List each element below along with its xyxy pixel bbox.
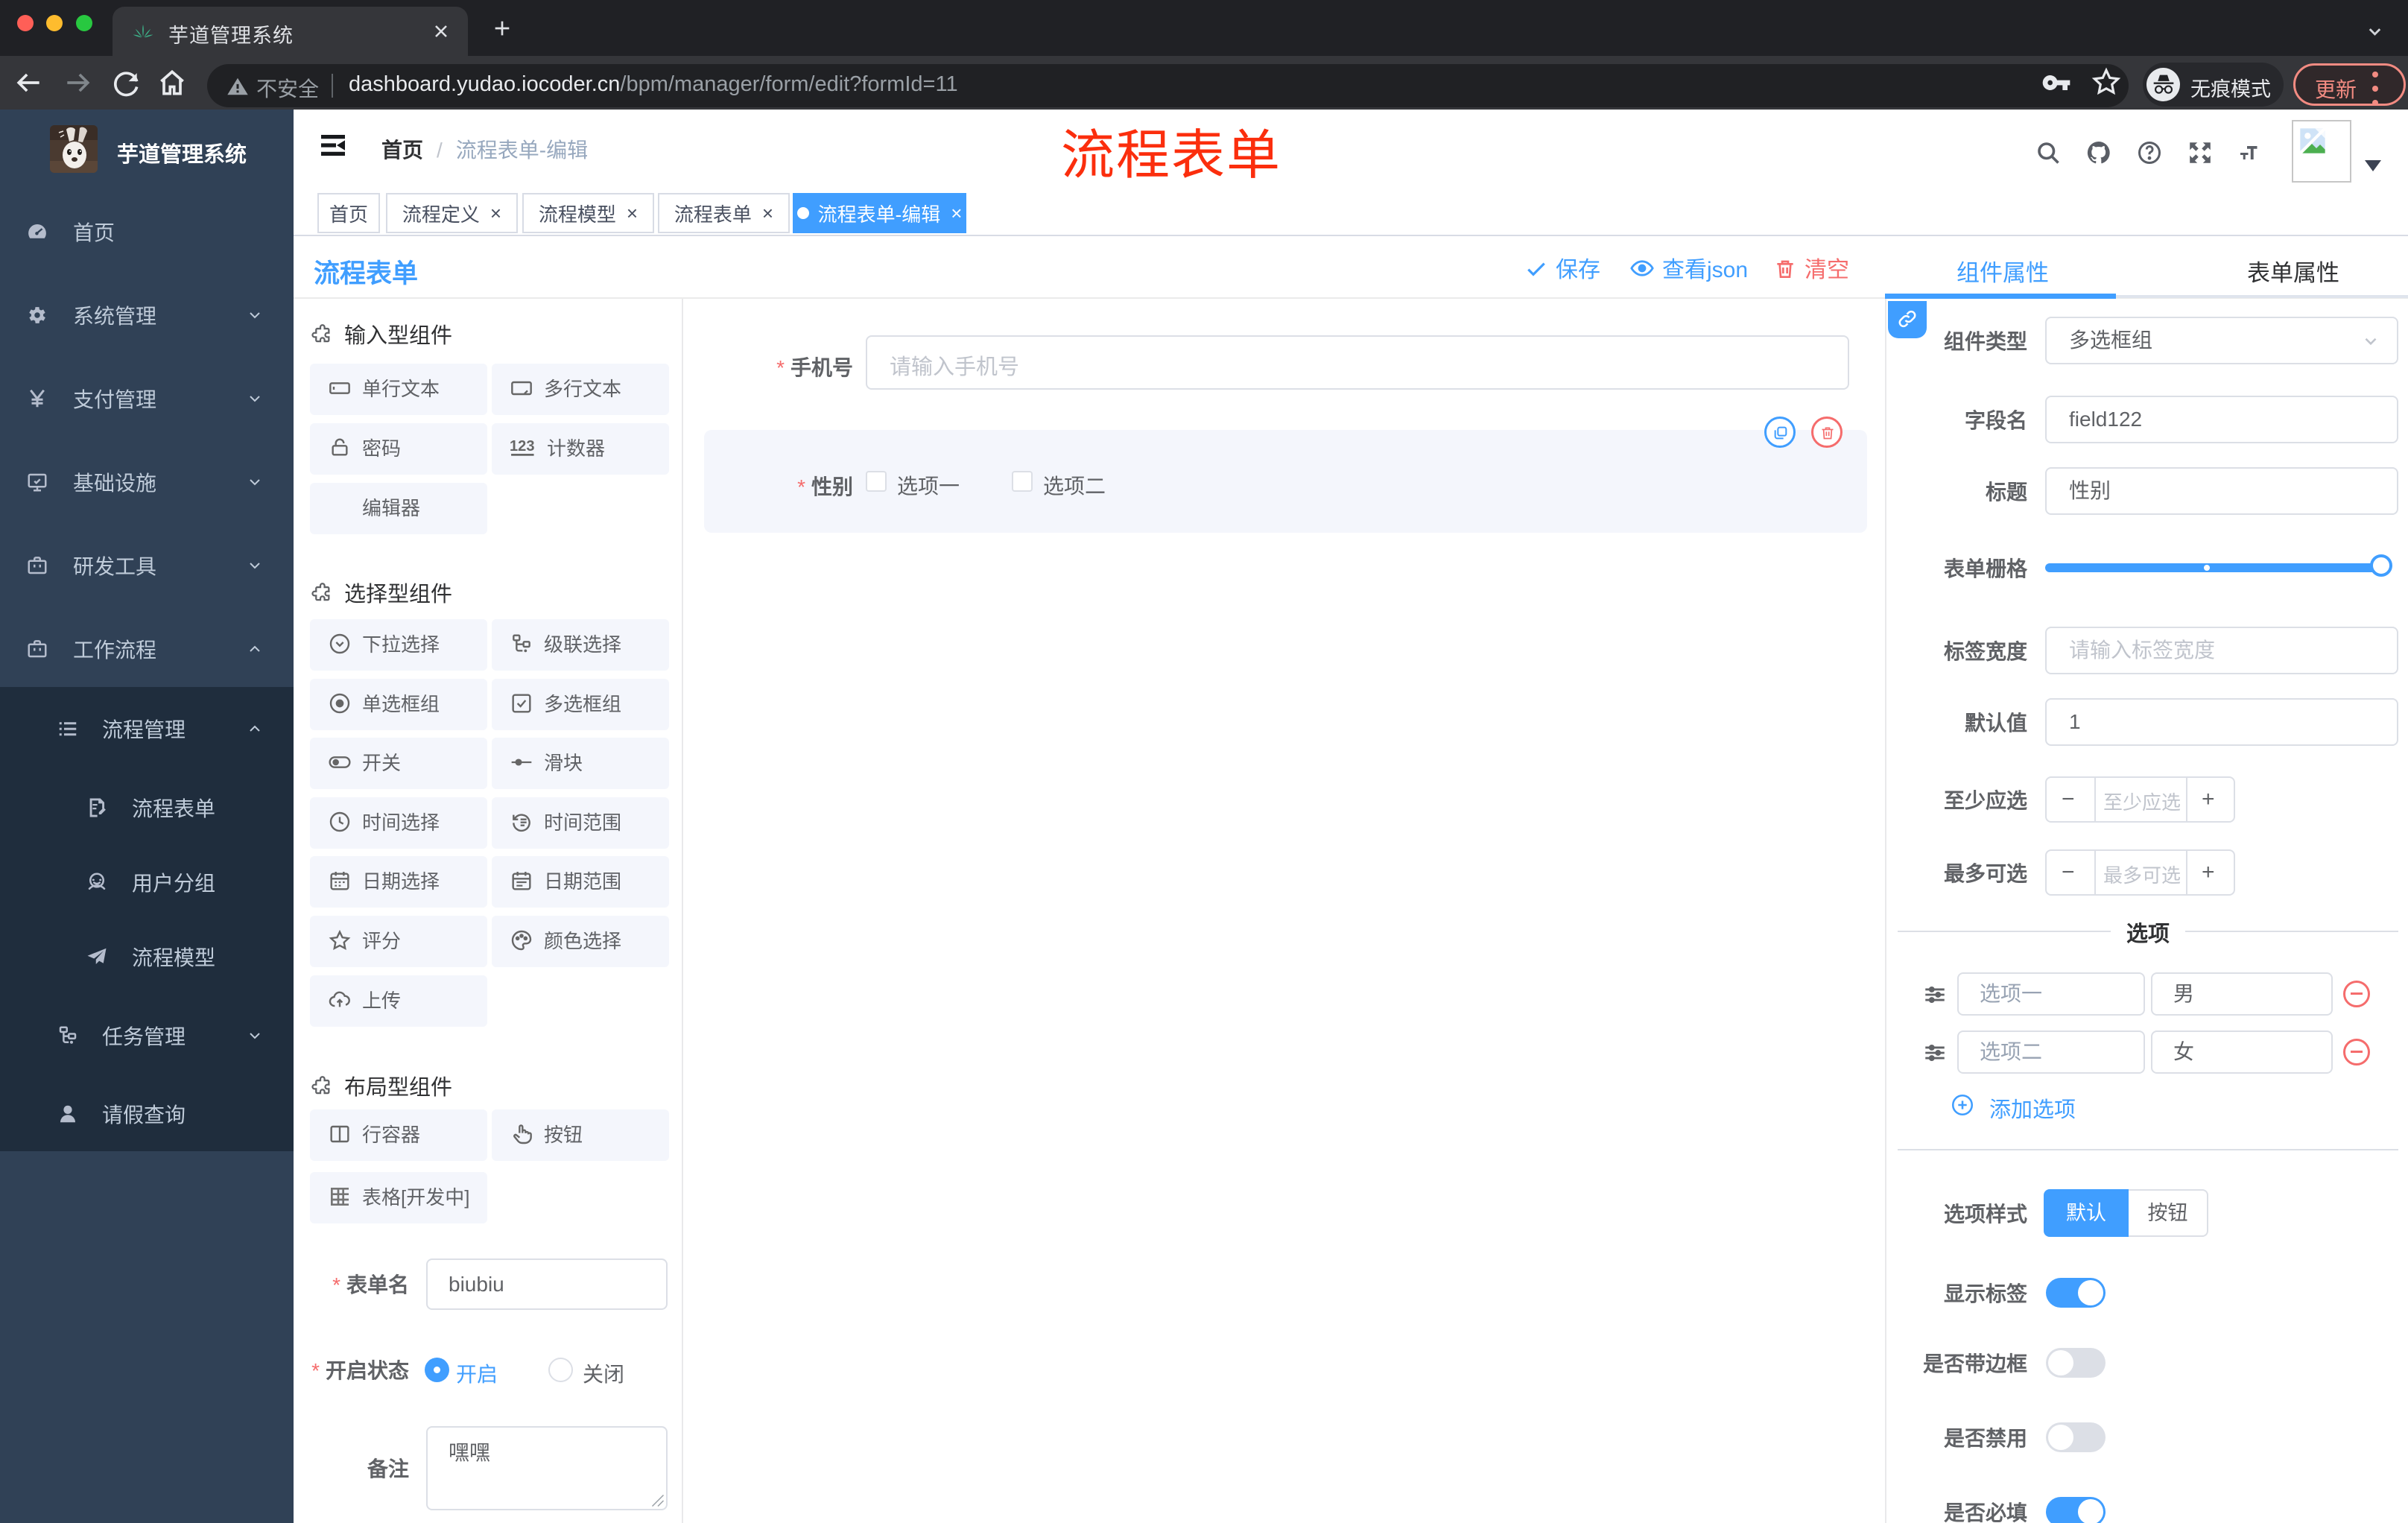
svg-text:123: 123 xyxy=(510,438,534,455)
